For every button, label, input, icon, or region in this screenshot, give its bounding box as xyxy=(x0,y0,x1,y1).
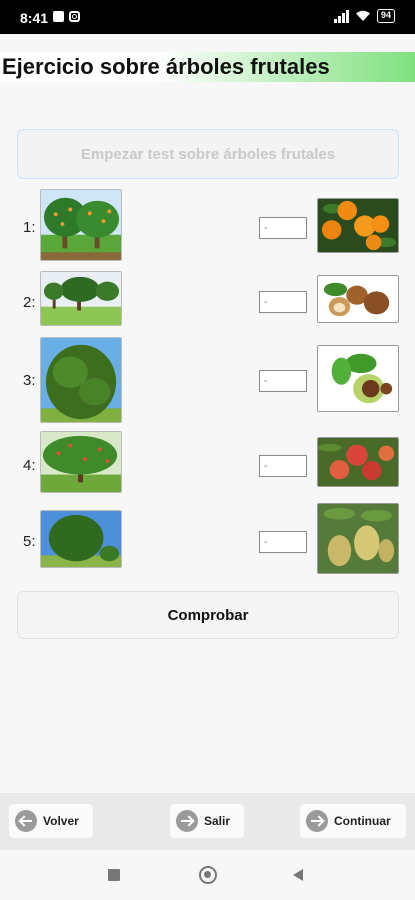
fruit-image-pears xyxy=(317,503,399,574)
fruit-image-oranges xyxy=(317,198,399,253)
answer-input[interactable] xyxy=(259,455,307,477)
row-number: 1: xyxy=(23,219,36,236)
back-icon[interactable] xyxy=(293,869,303,881)
exit-button-label: Salir xyxy=(204,814,231,828)
continue-button[interactable]: Continuar xyxy=(300,804,406,838)
status-bar: 8:41 94 xyxy=(0,0,415,34)
start-test-button[interactable]: Empezar test sobre árboles frutales xyxy=(17,129,399,179)
title-bar: Ejercicio sobre árboles frutales xyxy=(0,52,415,82)
arrow-right-icon xyxy=(176,810,198,832)
check-button[interactable]: Comprobar xyxy=(17,591,399,639)
status-time: 8:41 xyxy=(20,10,49,26)
fruit-image-hazelnuts xyxy=(317,275,399,323)
fruit-image-peaches xyxy=(317,437,399,487)
arrow-right-icon xyxy=(306,810,328,832)
answer-input[interactable] xyxy=(259,217,307,239)
back-button[interactable]: Volver xyxy=(9,804,93,838)
tree-image-pear-tree xyxy=(40,510,122,568)
tree-image-hazel-tree xyxy=(40,271,122,326)
system-nav-bar xyxy=(0,850,415,900)
battery-indicator: 94 xyxy=(376,9,395,23)
tree-image-orange-tree xyxy=(40,189,122,261)
back-button-label: Volver xyxy=(43,814,79,828)
message-icon xyxy=(53,11,64,22)
row-number: 5: xyxy=(23,533,36,550)
row-number: 3: xyxy=(23,372,36,389)
fruit-image-chestnuts xyxy=(317,345,399,412)
recents-icon[interactable] xyxy=(108,869,120,881)
answer-input[interactable] xyxy=(259,291,307,313)
exit-button[interactable]: Salir xyxy=(170,804,244,838)
page-title: Ejercicio sobre árboles frutales xyxy=(2,54,330,79)
signal-icon xyxy=(333,9,349,23)
wifi-icon xyxy=(355,10,370,21)
arrow-left-icon xyxy=(15,810,37,832)
tree-image-peach-tree xyxy=(40,431,122,493)
watermark: . xyxy=(117,339,119,344)
instagram-icon xyxy=(69,11,80,22)
answer-input[interactable] xyxy=(259,370,307,392)
answer-input[interactable] xyxy=(259,531,307,553)
tree-image-chestnut-tree: . xyxy=(40,337,122,423)
bottom-nav-bar: Volver Salir Continuar xyxy=(0,793,415,850)
home-icon[interactable] xyxy=(199,866,217,884)
row-number: 4: xyxy=(23,457,36,474)
continue-button-label: Continuar xyxy=(334,814,391,828)
row-number: 2: xyxy=(23,294,36,311)
